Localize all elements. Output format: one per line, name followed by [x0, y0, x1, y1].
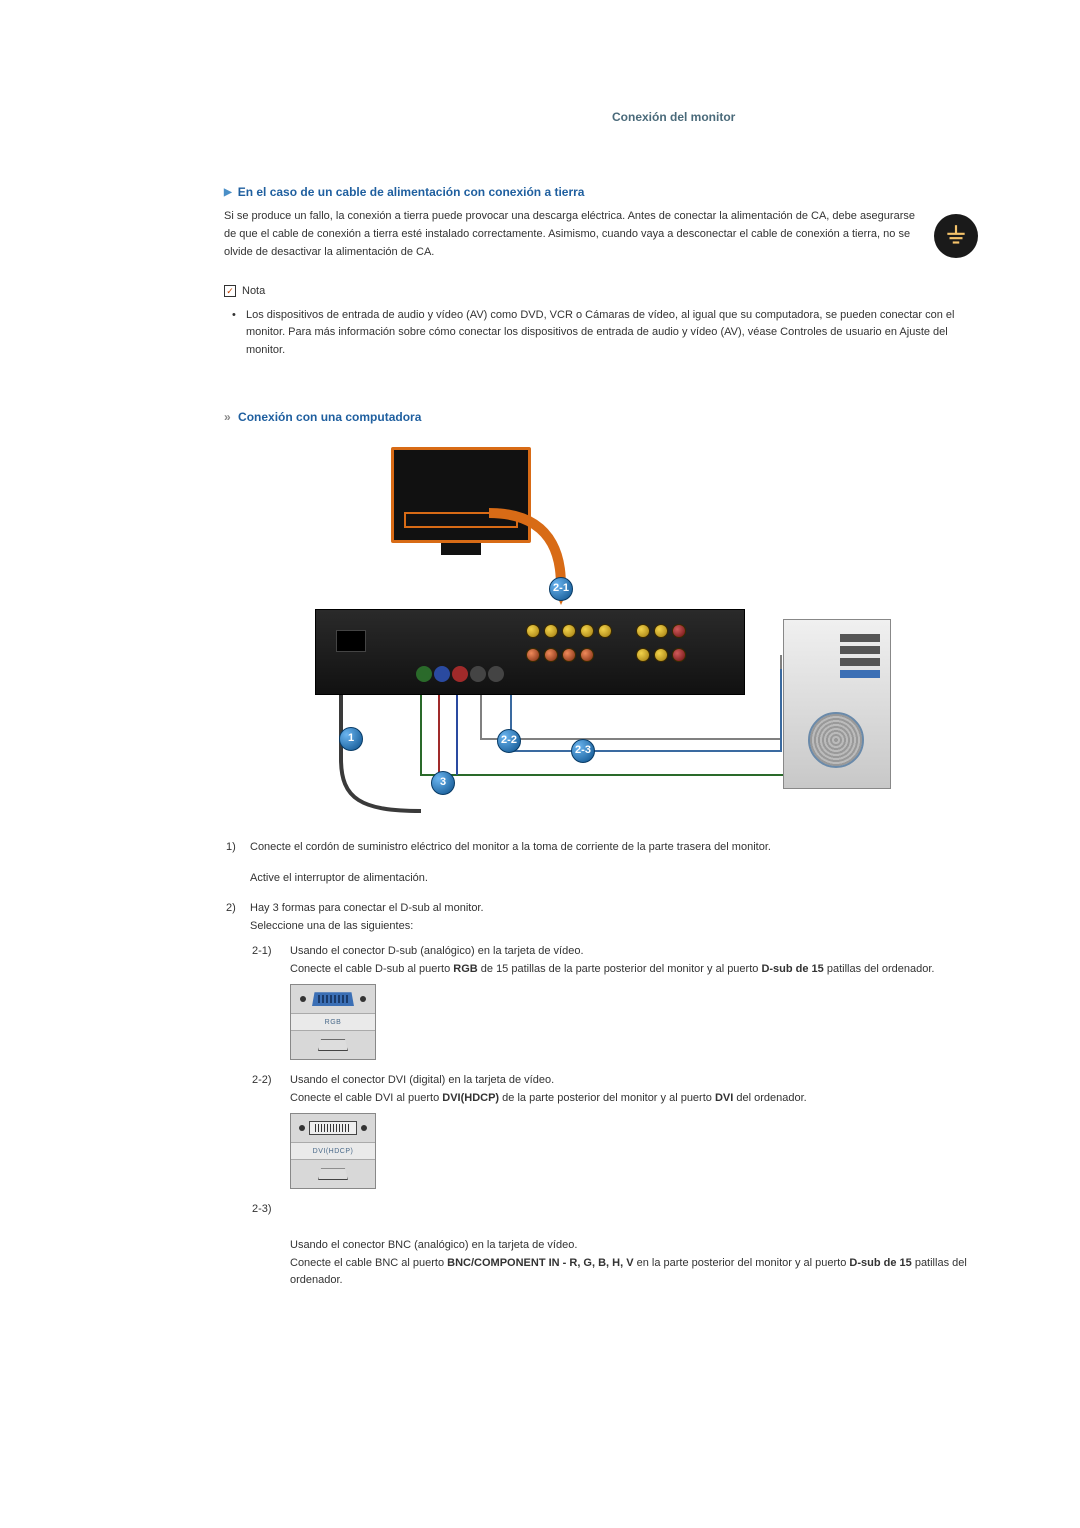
note-icon: ✓: [224, 285, 236, 297]
diagram-label-1: 1: [339, 727, 363, 751]
ground-block: Si se produce un fallo, la conexión a ti…: [224, 208, 978, 261]
connection-diagram: 2-1 1 2-2 2-3 3: [301, 439, 901, 819]
substep-num: 2-2): [252, 1072, 288, 1199]
substep-22-line1: Usando el conector DVI (digital) en la t…: [290, 1072, 974, 1090]
chevron-icon: »: [224, 410, 231, 424]
ground-body: Si se produce un fallo, la conexión a ti…: [224, 208, 934, 261]
step-2-line1: Hay 3 formas para conectar el D-sub al m…: [250, 900, 976, 918]
dvi-port-image: DVI(HDCP): [290, 1113, 376, 1189]
diagram-label-2-1: 2-1: [549, 577, 573, 601]
steps-list: 1) Conecte el cordón de suministro eléct…: [224, 837, 978, 1314]
arrow-icon: ▶: [224, 185, 232, 201]
substep-num: 2-3): [252, 1201, 288, 1235]
step-1-line2: Active el interruptor de alimentación.: [250, 870, 976, 888]
note-row: ✓ Nota: [224, 283, 978, 301]
substeps-list: 2-1) Usando el conector D-sub (analógico…: [250, 941, 976, 1302]
diagram-label-3: 3: [431, 771, 455, 795]
rgb-port-image: RGB: [290, 984, 376, 1060]
note-label: Nota: [242, 283, 265, 301]
step-num: 2): [226, 900, 248, 1312]
diagram-pc: [783, 619, 891, 789]
header-link[interactable]: Conexión del monitor: [612, 108, 978, 127]
dvi-port-label: DVI(HDCP): [291, 1142, 375, 1160]
substep-num: 2-1): [252, 943, 288, 1070]
section-pc-title-text: Conexión con una computadora: [238, 410, 421, 424]
section-ground-title: ▶ En el caso de un cable de alimentación…: [224, 183, 978, 202]
step-2-line2: Seleccione una de las siguientes:: [250, 918, 976, 936]
step-1-line1: Conecte el cordón de suministro eléctric…: [250, 839, 976, 857]
rgb-port-label: RGB: [291, 1013, 375, 1031]
note-bullet-list: Los dispositivos de entrada de audio y v…: [224, 307, 978, 360]
substep-23-line2: Conecte el cable BNC al puerto BNC/COMPO…: [290, 1255, 974, 1290]
diagram-rear-panel: [315, 609, 745, 695]
section-pc-title: » Conexión con una computadora: [224, 408, 978, 427]
note-bullet: Los dispositivos de entrada de audio y v…: [238, 307, 978, 360]
step-num: 1): [226, 839, 248, 898]
substep-21-line1: Usando el conector D-sub (analógico) en …: [290, 943, 974, 961]
diagram-label-2-3: 2-3: [571, 739, 595, 763]
ground-icon: [934, 214, 978, 258]
substep-23-line1: Usando el conector BNC (analógico) en la…: [290, 1237, 974, 1255]
section-ground-title-text: En el caso de un cable de alimentación c…: [238, 183, 585, 202]
diagram-label-2-2: 2-2: [497, 729, 521, 753]
substep-22-line2: Conecte el cable DVI al puerto DVI(HDCP)…: [290, 1090, 974, 1108]
substep-21-line2: Conecte el cable D-sub al puerto RGB de …: [290, 961, 974, 979]
